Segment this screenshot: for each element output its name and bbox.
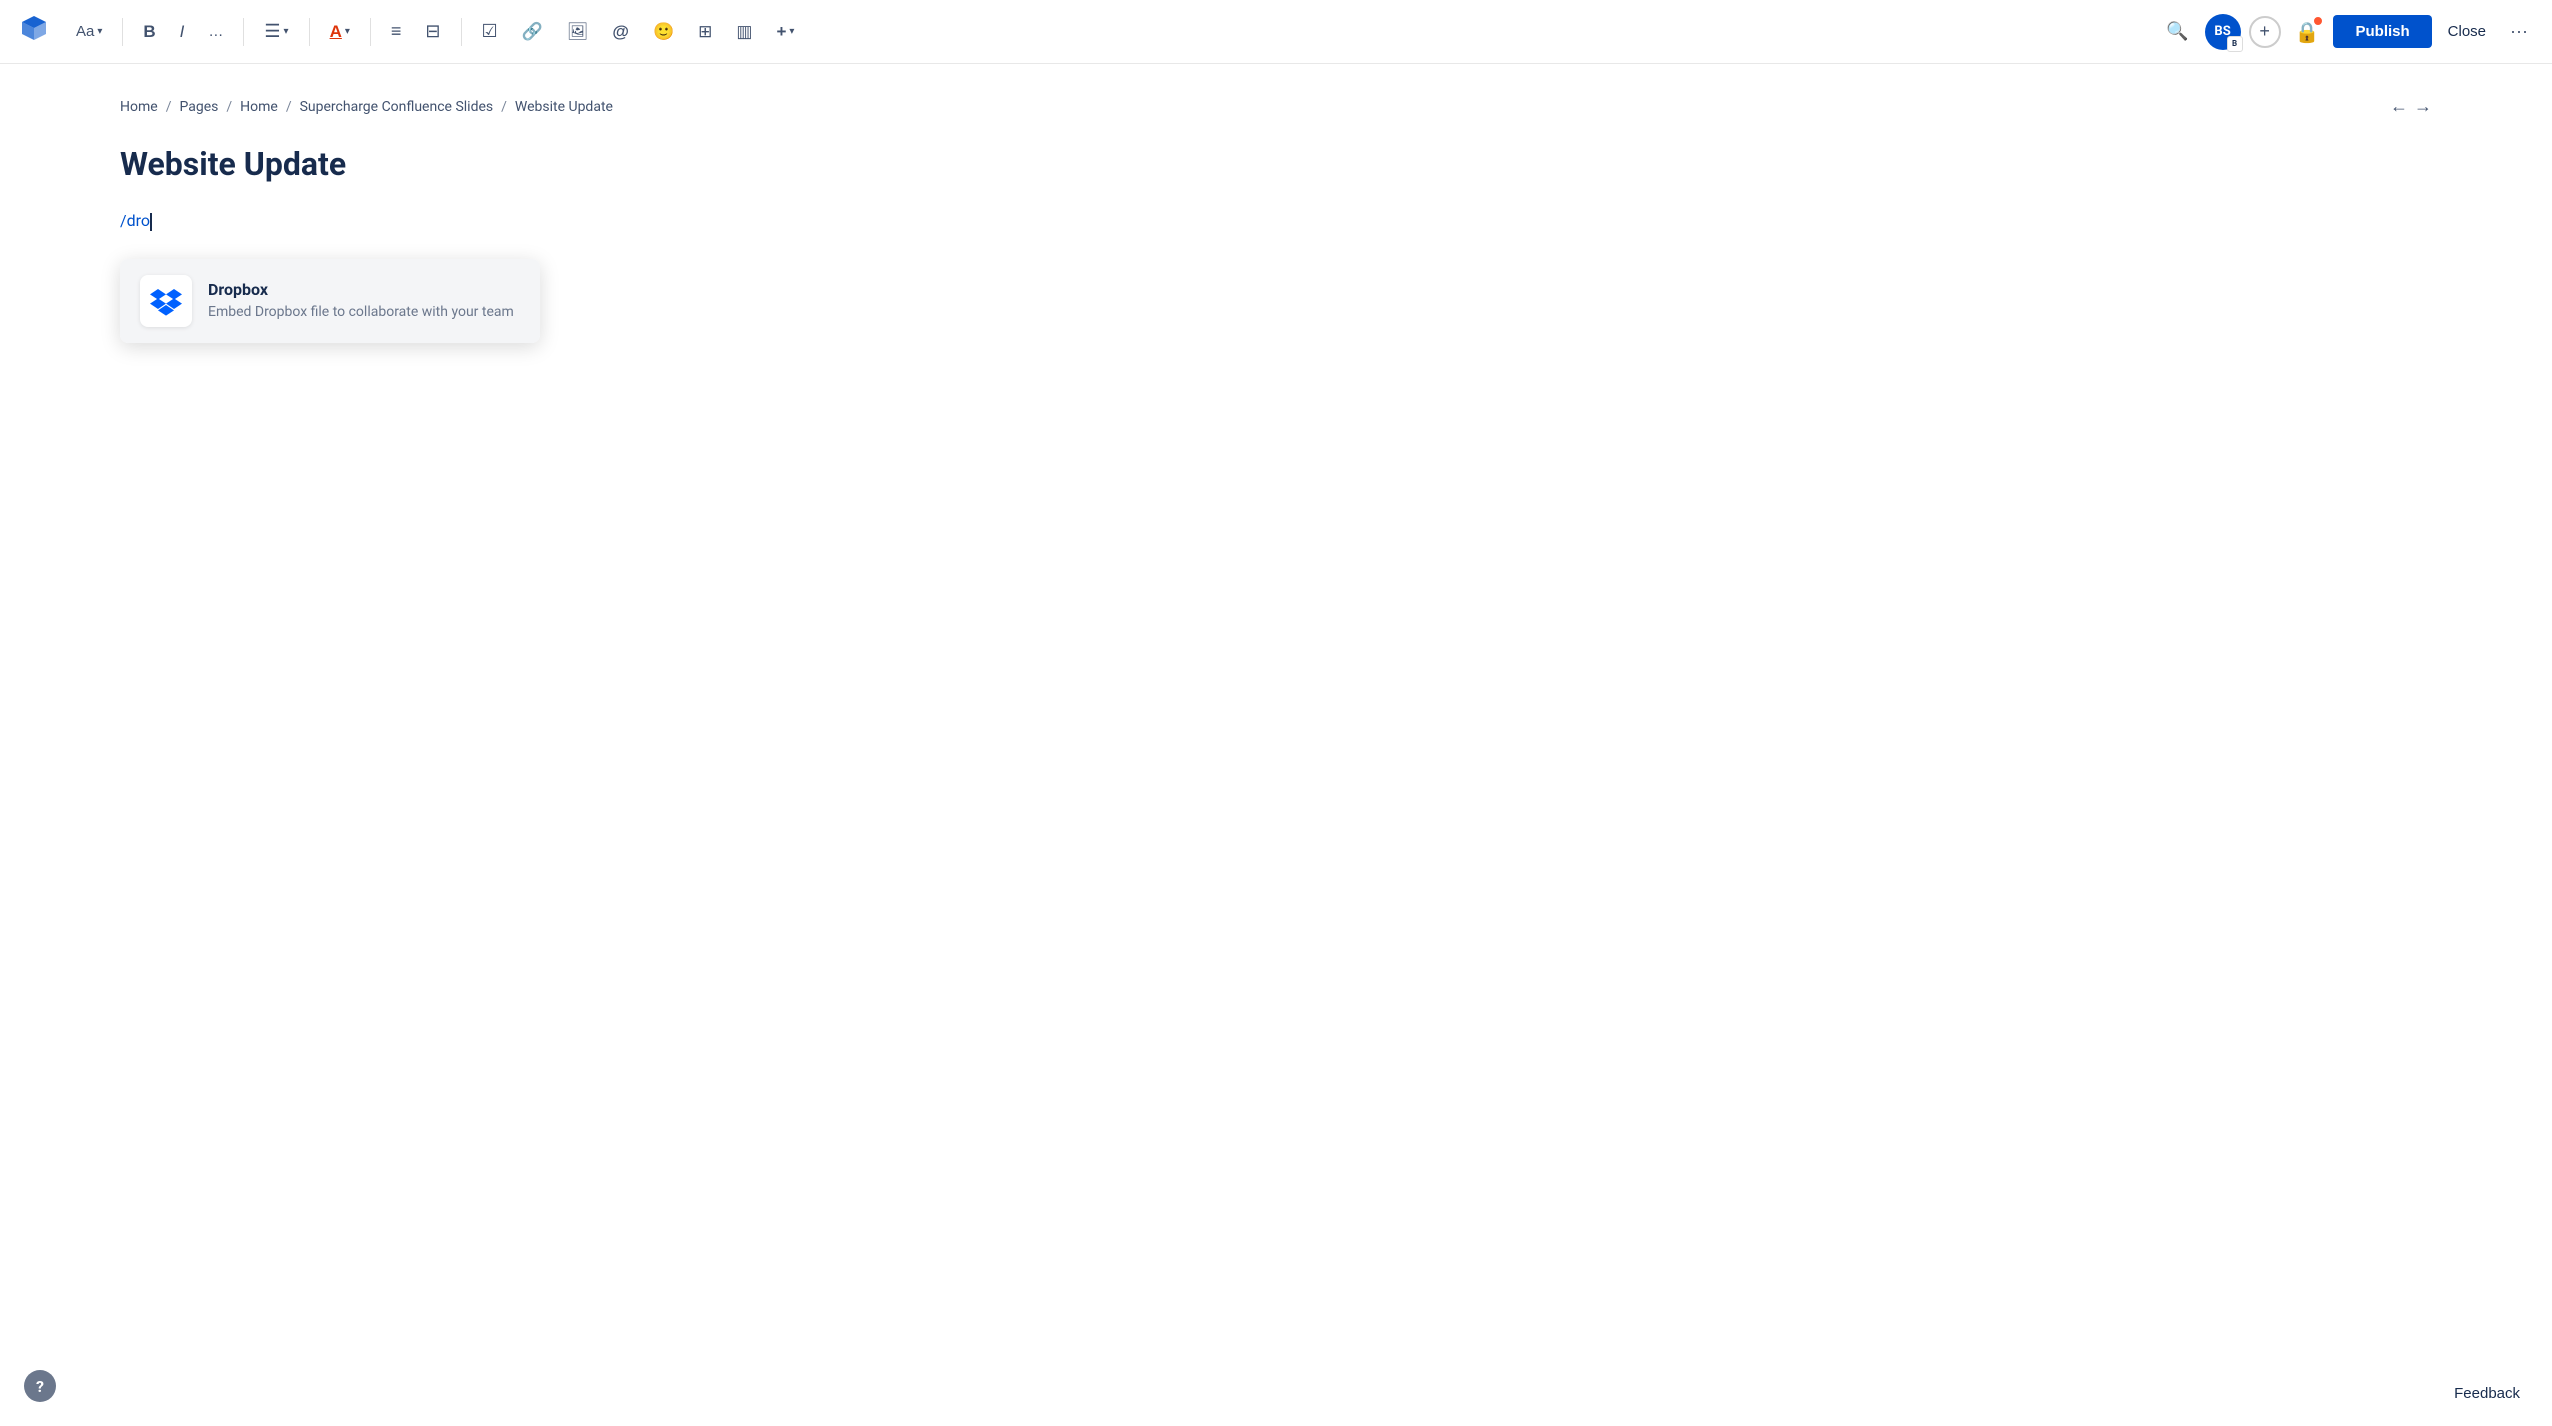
- bold-button[interactable]: B: [135, 16, 163, 48]
- search-button[interactable]: 🔍: [2158, 15, 2196, 48]
- divider-5: [461, 18, 462, 46]
- breadcrumb-home-1[interactable]: Home: [120, 99, 158, 115]
- align-icon: ☰: [264, 21, 280, 42]
- checkbox-button[interactable]: ☑: [474, 15, 506, 48]
- italic-label: I: [180, 22, 185, 42]
- text-color-icon: A: [330, 22, 342, 42]
- avatar-badge: B: [2227, 36, 2243, 52]
- insert-icon: +: [776, 22, 786, 42]
- dropbox-option[interactable]: Dropbox Embed Dropbox file to collaborat…: [120, 259, 540, 343]
- checkbox-icon: ☑: [482, 21, 498, 42]
- dropbox-icon-wrapper: [140, 275, 192, 327]
- close-button[interactable]: Close: [2440, 17, 2494, 46]
- avatar-badge-label: B: [2232, 39, 2237, 48]
- content-area: Home / Pages / Home / Supercharge Conflu…: [0, 64, 2552, 263]
- more-options-icon: ···: [2510, 21, 2528, 41]
- table-button[interactable]: ⊞: [690, 16, 720, 48]
- dropbox-logo-icon: [150, 285, 182, 317]
- text-cursor: [150, 213, 152, 231]
- text-color-arrow-icon: ▾: [345, 26, 350, 37]
- mention-icon: @: [612, 22, 629, 42]
- text-style-button[interactable]: Aa ▾: [68, 17, 110, 46]
- toolbar: Aa ▾ B I … ☰ ▾ A ▾ ≡ ⊟ ☑ 🔗 🖼: [0, 0, 2552, 64]
- app-logo[interactable]: [16, 14, 52, 50]
- bullet-list-button[interactable]: ≡: [383, 15, 410, 48]
- insert-arrow-icon: ▾: [789, 26, 794, 37]
- image-icon: 🖼: [567, 22, 589, 42]
- numbered-list-icon: ⊟: [425, 21, 440, 42]
- close-label: Close: [2448, 23, 2486, 40]
- add-collaborator-icon: +: [2259, 21, 2270, 42]
- slash-command-text: /dro: [120, 211, 150, 230]
- more-format-button[interactable]: …: [200, 17, 231, 46]
- link-button[interactable]: 🔗: [514, 16, 551, 48]
- text-style-label: Aa: [76, 23, 94, 40]
- emoji-icon: 🙂: [653, 22, 674, 42]
- breadcrumb: Home / Pages / Home / Supercharge Conflu…: [120, 96, 2432, 117]
- editor-body[interactable]: /dro Dropbox Embed Dropbox file to co: [120, 211, 2432, 231]
- avatar[interactable]: BS B: [2205, 14, 2241, 50]
- text-style-arrow-icon: ▾: [97, 26, 102, 37]
- breadcrumb-current: Website Update: [515, 99, 613, 115]
- breadcrumb-sep-1: /: [166, 99, 172, 115]
- lock-button[interactable]: 🔒: [2289, 14, 2326, 50]
- bold-label: B: [143, 22, 155, 42]
- breadcrumb-supercharge[interactable]: Supercharge Confluence Slides: [300, 99, 494, 115]
- breadcrumb-sep-3: /: [286, 99, 292, 115]
- toolbar-right: 🔍 BS B + 🔒 Publish Close ···: [2158, 14, 2536, 50]
- dropbox-option-title: Dropbox: [208, 280, 514, 299]
- align-arrow-icon: ▾: [284, 26, 289, 37]
- italic-button[interactable]: I: [172, 16, 193, 48]
- page-title[interactable]: Website Update: [120, 145, 2432, 183]
- layout-button[interactable]: ▥: [728, 16, 760, 48]
- image-button[interactable]: 🖼: [559, 16, 597, 48]
- layout-icon: ▥: [736, 22, 752, 42]
- emoji-button[interactable]: 🙂: [645, 16, 682, 48]
- breadcrumb-nav[interactable]: ← →: [2390, 96, 2432, 117]
- bullet-list-icon: ≡: [391, 21, 402, 42]
- divider-3: [309, 18, 310, 46]
- link-icon: 🔗: [522, 22, 543, 42]
- breadcrumb-nav-left-icon: ←: [2390, 96, 2408, 117]
- dropbox-option-text: Dropbox Embed Dropbox file to collaborat…: [208, 280, 514, 323]
- search-icon: 🔍: [2166, 21, 2188, 42]
- publish-button[interactable]: Publish: [2333, 15, 2431, 48]
- more-format-label: …: [208, 23, 223, 40]
- text-color-button[interactable]: A ▾: [322, 16, 358, 48]
- breadcrumb-nav-right-icon: →: [2414, 96, 2432, 117]
- dropbox-option-description: Embed Dropbox file to collaborate with y…: [208, 303, 514, 323]
- help-icon: ?: [36, 1377, 44, 1396]
- divider-4: [370, 18, 371, 46]
- breadcrumb-sep-2: /: [226, 99, 232, 115]
- feedback-label: Feedback: [2454, 1385, 2520, 1402]
- numbered-list-button[interactable]: ⊟: [417, 15, 448, 48]
- breadcrumb-sep-4: /: [501, 99, 507, 115]
- breadcrumb-home-2[interactable]: Home: [240, 99, 278, 115]
- publish-label: Publish: [2355, 23, 2409, 40]
- table-icon: ⊞: [698, 22, 712, 42]
- breadcrumb-pages[interactable]: Pages: [179, 99, 218, 115]
- more-options-button[interactable]: ···: [2502, 15, 2536, 48]
- mention-button[interactable]: @: [604, 16, 637, 48]
- divider-1: [122, 18, 123, 46]
- align-button[interactable]: ☰ ▾: [256, 15, 296, 48]
- lock-notification-badge: [2313, 16, 2323, 26]
- help-button[interactable]: ?: [24, 1370, 56, 1402]
- slash-command-dropdown: Dropbox Embed Dropbox file to collaborat…: [120, 259, 540, 343]
- insert-button[interactable]: + ▾: [768, 16, 802, 48]
- add-collaborator-button[interactable]: +: [2249, 16, 2281, 48]
- feedback-button[interactable]: Feedback: [2454, 1385, 2520, 1402]
- divider-2: [243, 18, 244, 46]
